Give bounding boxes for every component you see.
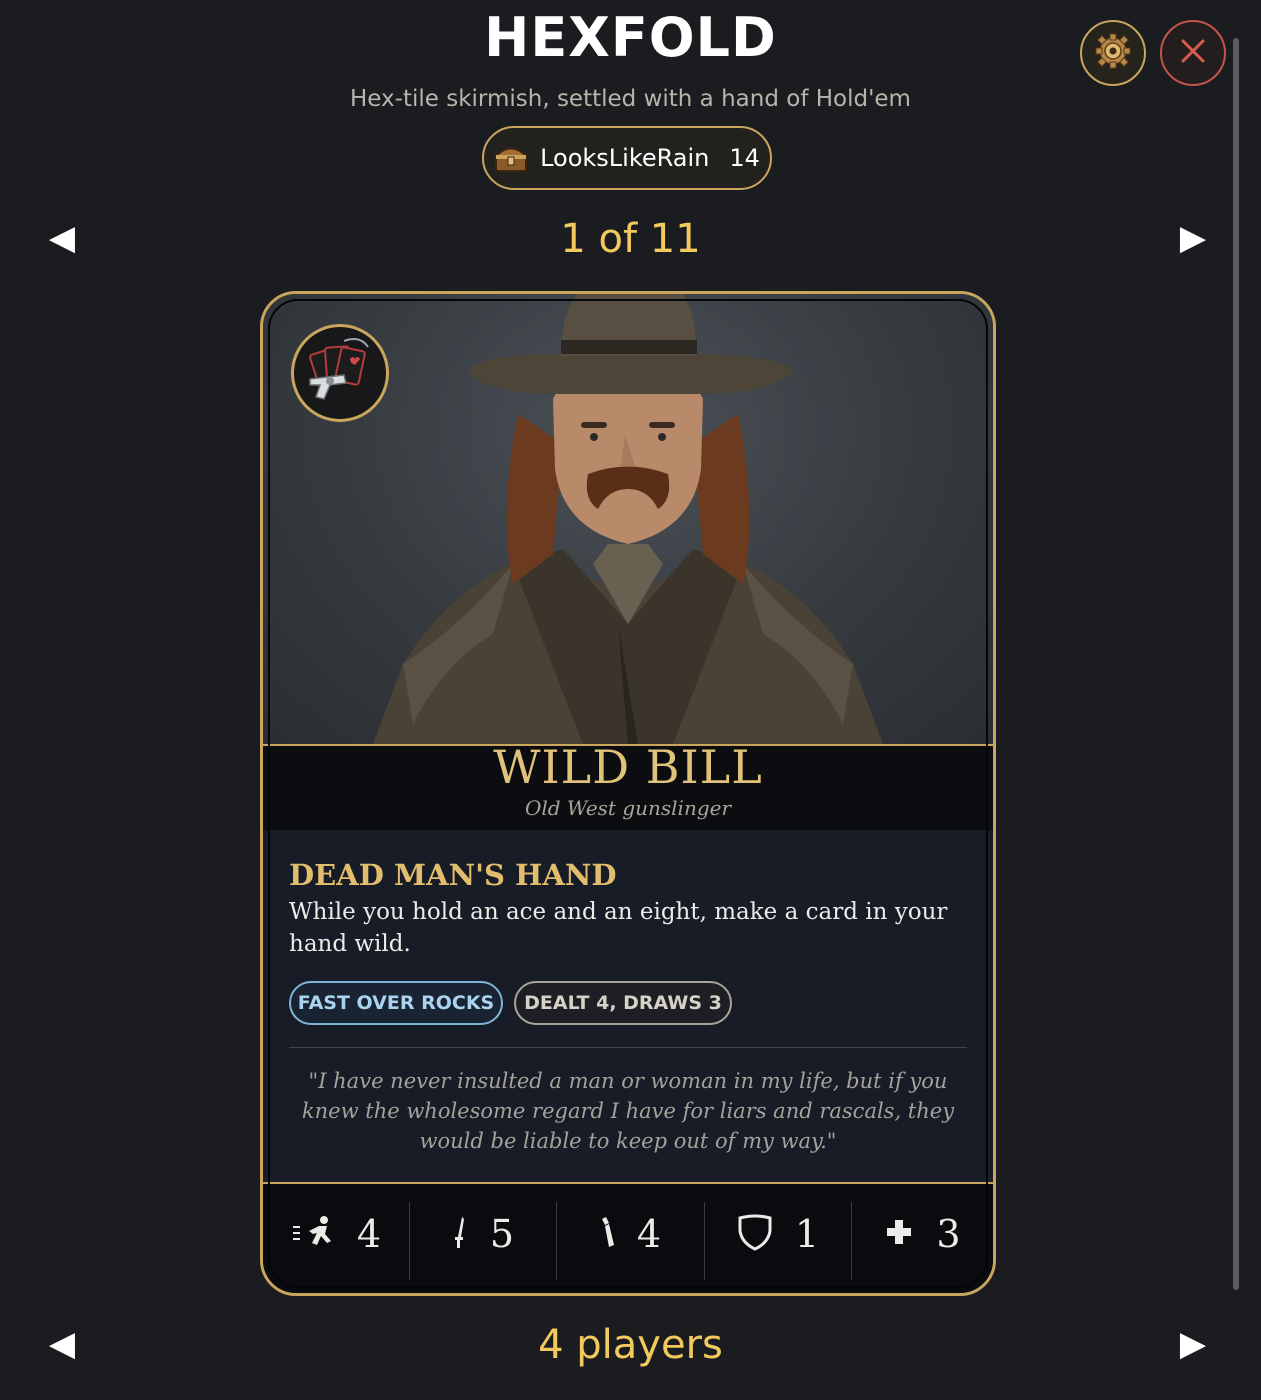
gear-icon: [1093, 31, 1133, 75]
character-subtitle: Old West gunslinger: [524, 796, 732, 820]
scrollbar[interactable]: [1233, 38, 1239, 1290]
bullet-icon: [599, 1215, 615, 1253]
tag-fast-over-rocks: FAST OVER ROCKS: [289, 981, 503, 1025]
treasure-chest-icon: [493, 143, 529, 173]
stat-armor-value: 1: [794, 1212, 820, 1256]
character-portrait: [263, 294, 993, 744]
next-card-button[interactable]: ▶: [1173, 218, 1213, 258]
close-button[interactable]: [1160, 20, 1226, 86]
stat-ranged-value: 4: [636, 1212, 662, 1256]
card-body: DEAD MAN'S HAND While you hold an ace an…: [263, 830, 993, 1182]
stat-ranged: 4: [557, 1184, 703, 1284]
settings-button[interactable]: [1080, 20, 1146, 86]
stat-health: 3: [852, 1184, 993, 1284]
stat-health-value: 3: [936, 1212, 961, 1256]
character-card: WILD BILL Old West gunslinger DEAD MAN'S…: [260, 291, 996, 1296]
card-counter: 1 of 11: [560, 216, 701, 262]
tag-dealt-draws: DEALT 4, DRAWS 3: [514, 981, 732, 1025]
stat-melee-value: 5: [489, 1212, 515, 1256]
name-band: WILD BILL Old West gunslinger: [263, 740, 993, 832]
stat-melee: 5: [410, 1184, 556, 1284]
shield-icon: [737, 1213, 773, 1255]
stat-move-value: 4: [356, 1212, 382, 1256]
stat-armor: 1: [705, 1184, 851, 1284]
page-subtitle: Hex-tile skirmish, settled with a hand o…: [350, 86, 911, 112]
players-count: 4 players: [538, 1322, 723, 1368]
character-name: WILD BILL: [493, 740, 763, 794]
divider: [289, 1047, 967, 1048]
ability-text: While you hold an ace and an eight, make…: [289, 899, 948, 957]
user-count: 14: [729, 144, 760, 172]
ability-title: DEAD MAN'S HAND: [289, 858, 617, 892]
players-next-button[interactable]: ▶: [1173, 1324, 1213, 1364]
cross-icon: [884, 1217, 914, 1251]
stat-bar: 4 5 4 1 3: [263, 1182, 993, 1293]
flavor-quote: "I have never insulted a man or woman in…: [301, 1069, 955, 1153]
dagger-icon: [452, 1215, 468, 1253]
close-icon: [1179, 37, 1207, 69]
revolver-and-cards-icon: [291, 324, 389, 422]
running-man-icon: [291, 1215, 335, 1253]
user-badge[interactable]: LooksLikeRain 14: [482, 126, 772, 190]
page-title: HEXFOLD: [484, 6, 777, 69]
username: LooksLikeRain: [540, 144, 710, 172]
stat-move: 4: [263, 1184, 409, 1284]
